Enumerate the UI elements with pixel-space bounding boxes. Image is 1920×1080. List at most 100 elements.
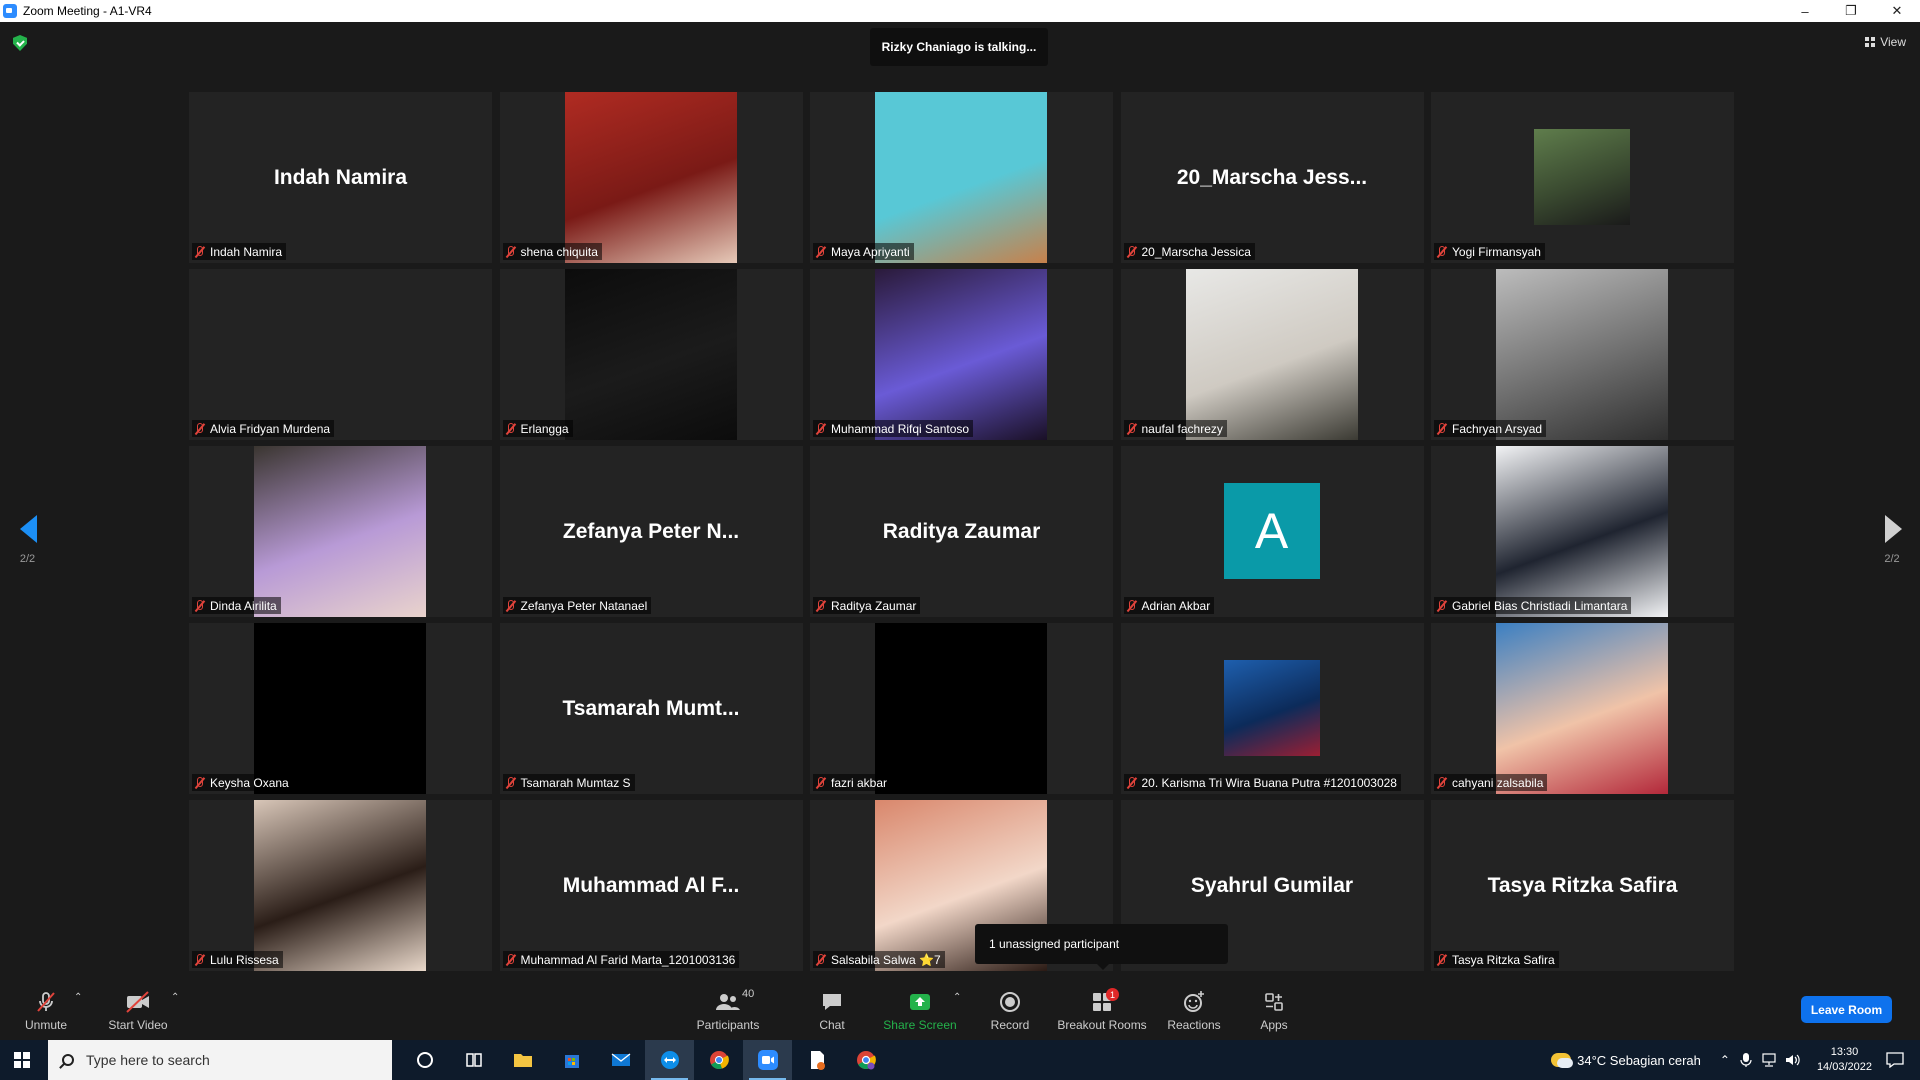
start-video-button[interactable]: Start Video (106, 990, 170, 1032)
participant-video (1496, 623, 1668, 794)
microphone-icon[interactable] (1739, 1052, 1753, 1068)
share-screen-button[interactable]: Share Screen (883, 990, 957, 1032)
participant-tile[interactable]: Dinda Airilita (189, 446, 492, 617)
apps-icon (1265, 993, 1283, 1011)
audio-options-caret[interactable]: ⌃ (74, 992, 82, 1003)
taskbar-clock[interactable]: 13:30 14/03/2022 (1817, 1045, 1872, 1075)
breakout-rooms-button[interactable]: 1 Breakout Rooms (1056, 988, 1148, 1032)
mic-muted-icon (1436, 422, 1447, 435)
participant-tile[interactable]: Gabriel Bias Christiadi Limantara (1431, 446, 1734, 617)
participant-nameplate: Yogi Firmansyah (1434, 243, 1545, 260)
participant-tile[interactable]: Zefanya Peter N... Zefanya Peter Natanael (499, 446, 803, 617)
participants-icon (716, 994, 740, 1010)
participant-nameplate: Lulu Rissesa (192, 951, 283, 968)
taskbar-search-input[interactable] (86, 1052, 366, 1068)
participant-tile[interactable]: 20_Marscha Jess... 20_Marscha Jessica (1120, 92, 1424, 263)
zoom-icon[interactable] (743, 1040, 792, 1080)
view-label: View (1880, 35, 1906, 49)
participant-nameplate: Maya Apriyanti (813, 243, 914, 260)
participant-tile[interactable]: Fachryan Arsyad (1431, 269, 1734, 440)
mic-muted-icon (194, 245, 205, 258)
participant-name: Tsamarah Mumtaz S (520, 775, 631, 790)
participant-name: Muhammad Rifqi Santoso (831, 421, 970, 436)
participant-nameplate: Salsabila Salwa ⭐7 (813, 951, 945, 968)
network-icon[interactable] (1761, 1053, 1777, 1067)
participant-tile[interactable]: Indah Namira Indah Namira (189, 92, 492, 263)
mail-icon[interactable] (596, 1040, 645, 1080)
view-button[interactable]: View (1865, 35, 1906, 49)
participant-tile[interactable]: 20. Karisma Tri Wira Buana Putra #120100… (1120, 623, 1424, 794)
mic-muted-icon (1436, 245, 1447, 258)
cortana-icon[interactable] (400, 1040, 449, 1080)
participant-nameplate: Keysha Oxana (192, 774, 293, 791)
participant-tile[interactable]: Tasya Ritzka Safira Tasya Ritzka Safira (1431, 800, 1734, 971)
participant-name: fazri akbar (831, 775, 888, 790)
mic-muted-icon (815, 599, 826, 612)
participant-tile[interactable]: Maya Apriyanti (810, 92, 1113, 263)
close-button[interactable]: ✕ (1874, 0, 1920, 22)
previous-page-button[interactable]: 2/2 (18, 515, 37, 565)
participant-tile[interactable]: A Adrian Akbar (1120, 446, 1424, 617)
participant-tile[interactable]: naufal fachrezy (1120, 269, 1424, 440)
participant-tile[interactable]: Tsamarah Mumt... Tsamarah Mumtaz S (499, 623, 803, 794)
participant-tile[interactable]: shena chiquita (499, 92, 803, 263)
participant-name: 20. Karisma Tri Wira Buana Putra #120100… (1141, 775, 1397, 790)
unmute-button[interactable]: Unmute (22, 990, 70, 1032)
mic-muted-icon (505, 422, 516, 435)
participant-tile[interactable]: Alvia Fridyan Murdena (189, 269, 492, 440)
participant-nameplate: Erlangga (502, 420, 573, 437)
participant-tile[interactable]: Muhammad Rifqi Santoso (810, 269, 1113, 440)
leave-room-button[interactable]: Leave Room (1801, 996, 1892, 1023)
reactions-button[interactable]: Reactions (1166, 990, 1222, 1032)
volume-icon[interactable] (1785, 1053, 1801, 1067)
participant-nameplate: fazri akbar (813, 774, 892, 791)
task-view-icon[interactable] (449, 1040, 498, 1080)
show-hidden-icons-icon[interactable]: ⌃ (1720, 1053, 1730, 1067)
notification-icon[interactable] (1886, 1052, 1904, 1068)
teamviewer-icon[interactable] (645, 1040, 694, 1080)
participant-name: Lulu Rissesa (210, 952, 279, 967)
shield-icon[interactable] (13, 35, 27, 51)
next-page-button[interactable]: 2/2 (1882, 515, 1902, 565)
weather-text[interactable]: 34°C Sebagian cerah (1577, 1053, 1701, 1068)
windows-start-icon[interactable] (14, 1052, 30, 1068)
participants-button[interactable]: 40 Participants (692, 988, 764, 1032)
participant-tile[interactable]: Lulu Rissesa (189, 800, 492, 971)
page-indicator-left: 2/2 (19, 553, 36, 565)
share-options-caret[interactable]: ⌃ (953, 992, 961, 1003)
apps-button[interactable]: Apps (1254, 990, 1294, 1032)
participant-name: Raditya Zaumar (831, 598, 917, 613)
apps-label: Apps (1260, 1018, 1288, 1032)
chat-button[interactable]: Chat (812, 990, 852, 1032)
reactions-label: Reactions (1167, 1018, 1221, 1032)
window-titlebar: Zoom Meeting - A1-VR4 – ❐ ✕ (0, 0, 1920, 22)
mic-muted-icon (1126, 245, 1137, 258)
participant-name: Adrian Akbar (1141, 598, 1211, 613)
taskbar-search[interactable] (48, 1040, 392, 1080)
participant-tile[interactable]: Yogi Firmansyah (1431, 92, 1734, 263)
mic-muted-icon (1126, 422, 1137, 435)
participant-display-name: Zefanya Peter N... (562, 519, 740, 543)
participant-tile[interactable]: Muhammad Al F... Muhammad Al Farid Marta_… (499, 800, 803, 971)
minimize-button[interactable]: – (1782, 0, 1828, 22)
participant-tile[interactable]: Raditya Zaumar Raditya Zaumar (810, 446, 1113, 617)
participant-name: Muhammad Al Farid Marta_1201003136 (520, 952, 736, 967)
record-label: Record (990, 1018, 1030, 1032)
participant-nameplate: Raditya Zaumar (813, 597, 921, 614)
document-icon[interactable] (792, 1040, 841, 1080)
window-title: Zoom Meeting - A1-VR4 (23, 4, 152, 18)
store-icon[interactable] (547, 1040, 596, 1080)
mic-muted-icon (194, 599, 205, 612)
participant-tile[interactable]: Erlangga (499, 269, 803, 440)
participant-tile[interactable]: cahyani zalsabila (1431, 623, 1734, 794)
record-button[interactable]: Record (986, 990, 1034, 1032)
chrome-profile-icon[interactable] (841, 1040, 890, 1080)
participant-display-name: Tsamarah Mumt... (562, 696, 740, 720)
video-options-caret[interactable]: ⌃ (171, 992, 179, 1003)
file-explorer-icon[interactable] (498, 1040, 547, 1080)
participant-tile[interactable]: Keysha Oxana (189, 623, 492, 794)
restore-button[interactable]: ❐ (1828, 0, 1874, 22)
participant-name: Zefanya Peter Natanael (520, 598, 648, 613)
chrome-icon[interactable] (694, 1040, 743, 1080)
participant-tile[interactable]: fazri akbar (810, 623, 1113, 794)
